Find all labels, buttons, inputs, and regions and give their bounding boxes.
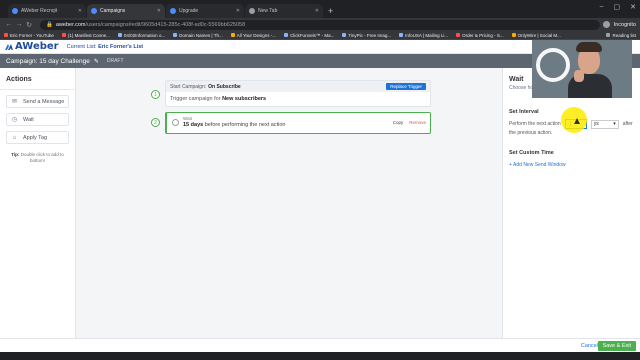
newtab-favicon-icon — [249, 8, 255, 14]
clock-icon: ◷ — [11, 117, 18, 123]
custom-time-heading: Set Custom Time — [509, 150, 554, 156]
close-window-icon[interactable]: ✕ — [630, 3, 636, 11]
trigger-card-header: Start Campaign: On Subscribe Replace Tri… — [166, 81, 430, 92]
bookmark-icon — [342, 33, 347, 37]
wait-card-kind: Wait — [183, 116, 192, 121]
reading-list-icon — [606, 33, 611, 37]
bookmark-icon — [399, 33, 404, 37]
minimize-icon[interactable]: – — [600, 3, 604, 11]
bookmark-item[interactable]: 04/02Information o... — [117, 33, 165, 38]
wait-card-description: 15 days before performing the next actio… — [183, 122, 286, 128]
chevron-down-icon: ▾ — [613, 120, 616, 127]
mouse-cursor-icon — [574, 118, 580, 124]
aweber-favicon-icon — [170, 8, 176, 14]
tag-icon: ⌂ — [12, 134, 17, 141]
browser-tab[interactable]: Upgrade ✕ — [166, 4, 244, 18]
copy-button[interactable]: Copy — [393, 120, 404, 125]
aweber-favicon-icon — [12, 8, 18, 14]
interval-unit-select[interactable]: ys ▾ — [590, 119, 619, 129]
browser-tab-active[interactable]: Campaigns ✕ — [87, 4, 165, 18]
step-number: 2 — [151, 118, 160, 127]
browser-tabbar: AWeber Recnqit ✕ Campaigns ✕ Upgrade ✕ New … — [0, 0, 640, 18]
presenter-hand — [574, 70, 584, 82]
new-tab-button[interactable]: + — [328, 4, 333, 18]
action-apply-tag[interactable]: ⌂ Apply Tag — [6, 131, 69, 144]
reload-icon[interactable]: ↻ — [24, 21, 34, 29]
bookmark-item[interactable]: All Your Designs -... — [230, 33, 276, 38]
bookmark-icon — [173, 33, 178, 37]
video-letterbox — [0, 352, 640, 360]
bookmark-item[interactable]: InfoUSA | Mailing Li... — [399, 33, 448, 38]
replace-trigger-button[interactable]: Replace Trigger — [386, 83, 426, 90]
aweber-favicon-icon — [91, 8, 97, 14]
current-list[interactable]: Current List: Eric Forner's List — [67, 44, 144, 50]
remove-button[interactable]: Remove — [409, 120, 426, 125]
sidebar-heading: Actions — [0, 68, 75, 90]
actions-sidebar: Actions ✉ Send a Message ◷ Wait ⌂ Apply … — [0, 68, 76, 338]
save-exit-button[interactable]: Save & Exit — [597, 341, 636, 351]
campaign-title: Campaign: 15 day Challenge — [6, 57, 90, 65]
bookmark-icon — [117, 33, 122, 37]
bookmark-item[interactable]: TinyPic - Free Imag... — [342, 33, 391, 38]
bookmark-icon — [230, 33, 235, 37]
wait-card-actions: Copy Remove — [393, 120, 426, 125]
forward-icon[interactable]: → — [14, 21, 24, 28]
campaign-canvas: 1 Start Campaign: On Subscribe Replace T… — [77, 68, 501, 338]
bookmark-icon — [284, 33, 289, 37]
ring-light-icon — [536, 48, 570, 82]
action-wait[interactable]: ◷ Wait — [6, 113, 69, 126]
aweber-logo[interactable]: AWeber — [4, 41, 59, 52]
bookmark-item[interactable]: OnlyWire | Social M... — [511, 33, 561, 38]
profile-menu[interactable]: Incognito — [602, 21, 636, 28]
app-footer: Cancel Save & Exit — [0, 338, 640, 352]
close-tab-icon[interactable]: ✕ — [236, 8, 240, 14]
campaign-status: DRAFT — [106, 58, 124, 64]
back-icon[interactable]: ← — [4, 21, 14, 28]
bookmarks-bar: Eric Forner - YouTube (1) Manifest Conne… — [0, 31, 640, 40]
clock-icon — [172, 119, 179, 126]
bookmark-item[interactable]: Domain Names | Th... — [173, 33, 223, 38]
bookmark-icon — [4, 33, 8, 37]
action-send-message[interactable]: ✉ Send a Message — [6, 95, 69, 108]
close-tab-icon[interactable]: ✕ — [78, 8, 82, 14]
add-send-window-link[interactable]: + Add New Send Window — [509, 162, 634, 168]
maximize-icon[interactable]: ▢ — [614, 3, 621, 11]
aweber-logo-icon — [5, 43, 13, 50]
wait-card[interactable]: Wait 15 days before performing the next … — [165, 112, 431, 134]
close-tab-icon[interactable]: ✕ — [157, 8, 161, 14]
url-input[interactable]: 🔒 aweber.com/users/campaigns#edit/9605d4… — [40, 19, 600, 30]
bookmark-item[interactable]: Order & Pricing - S... — [456, 33, 504, 38]
incognito-icon — [602, 21, 610, 28]
cancel-button[interactable]: Cancel — [581, 343, 598, 349]
bookmark-icon — [456, 33, 461, 37]
reading-list[interactable]: Reading list — [606, 33, 636, 38]
lock-icon: 🔒 — [46, 21, 53, 28]
bookmark-item[interactable]: ClickFunnels™ - Ma... — [284, 33, 334, 38]
trigger-card[interactable]: Start Campaign: On Subscribe Replace Tri… — [165, 80, 431, 107]
envelope-icon: ✉ — [11, 99, 18, 105]
browser-tab[interactable]: New Tab ✕ — [245, 4, 323, 18]
bookmark-icon — [61, 33, 66, 37]
bookmark-icon — [511, 33, 516, 37]
bookmark-item[interactable]: (1) Manifest Conne... — [61, 33, 110, 38]
browser-tab[interactable]: AWeber Recnqit ✕ — [8, 4, 86, 18]
webcam-overlay — [532, 40, 632, 98]
step-number: 1 — [151, 90, 160, 99]
address-bar: ← → ↻ 🔒 aweber.com/users/campaigns#edit/… — [0, 18, 640, 31]
bookmark-item[interactable]: Eric Forner - YouTube — [4, 33, 54, 38]
window-controls: – ▢ ✕ — [600, 3, 636, 11]
presenter-hair — [576, 42, 602, 52]
sidebar-tip: Tip: Double click to add to bottom! — [11, 152, 64, 163]
close-tab-icon[interactable]: ✕ — [315, 8, 319, 14]
edit-pencil-icon[interactable]: ✎ — [94, 58, 99, 65]
trigger-card-body: Trigger campaign for New subscribers — [170, 96, 267, 102]
